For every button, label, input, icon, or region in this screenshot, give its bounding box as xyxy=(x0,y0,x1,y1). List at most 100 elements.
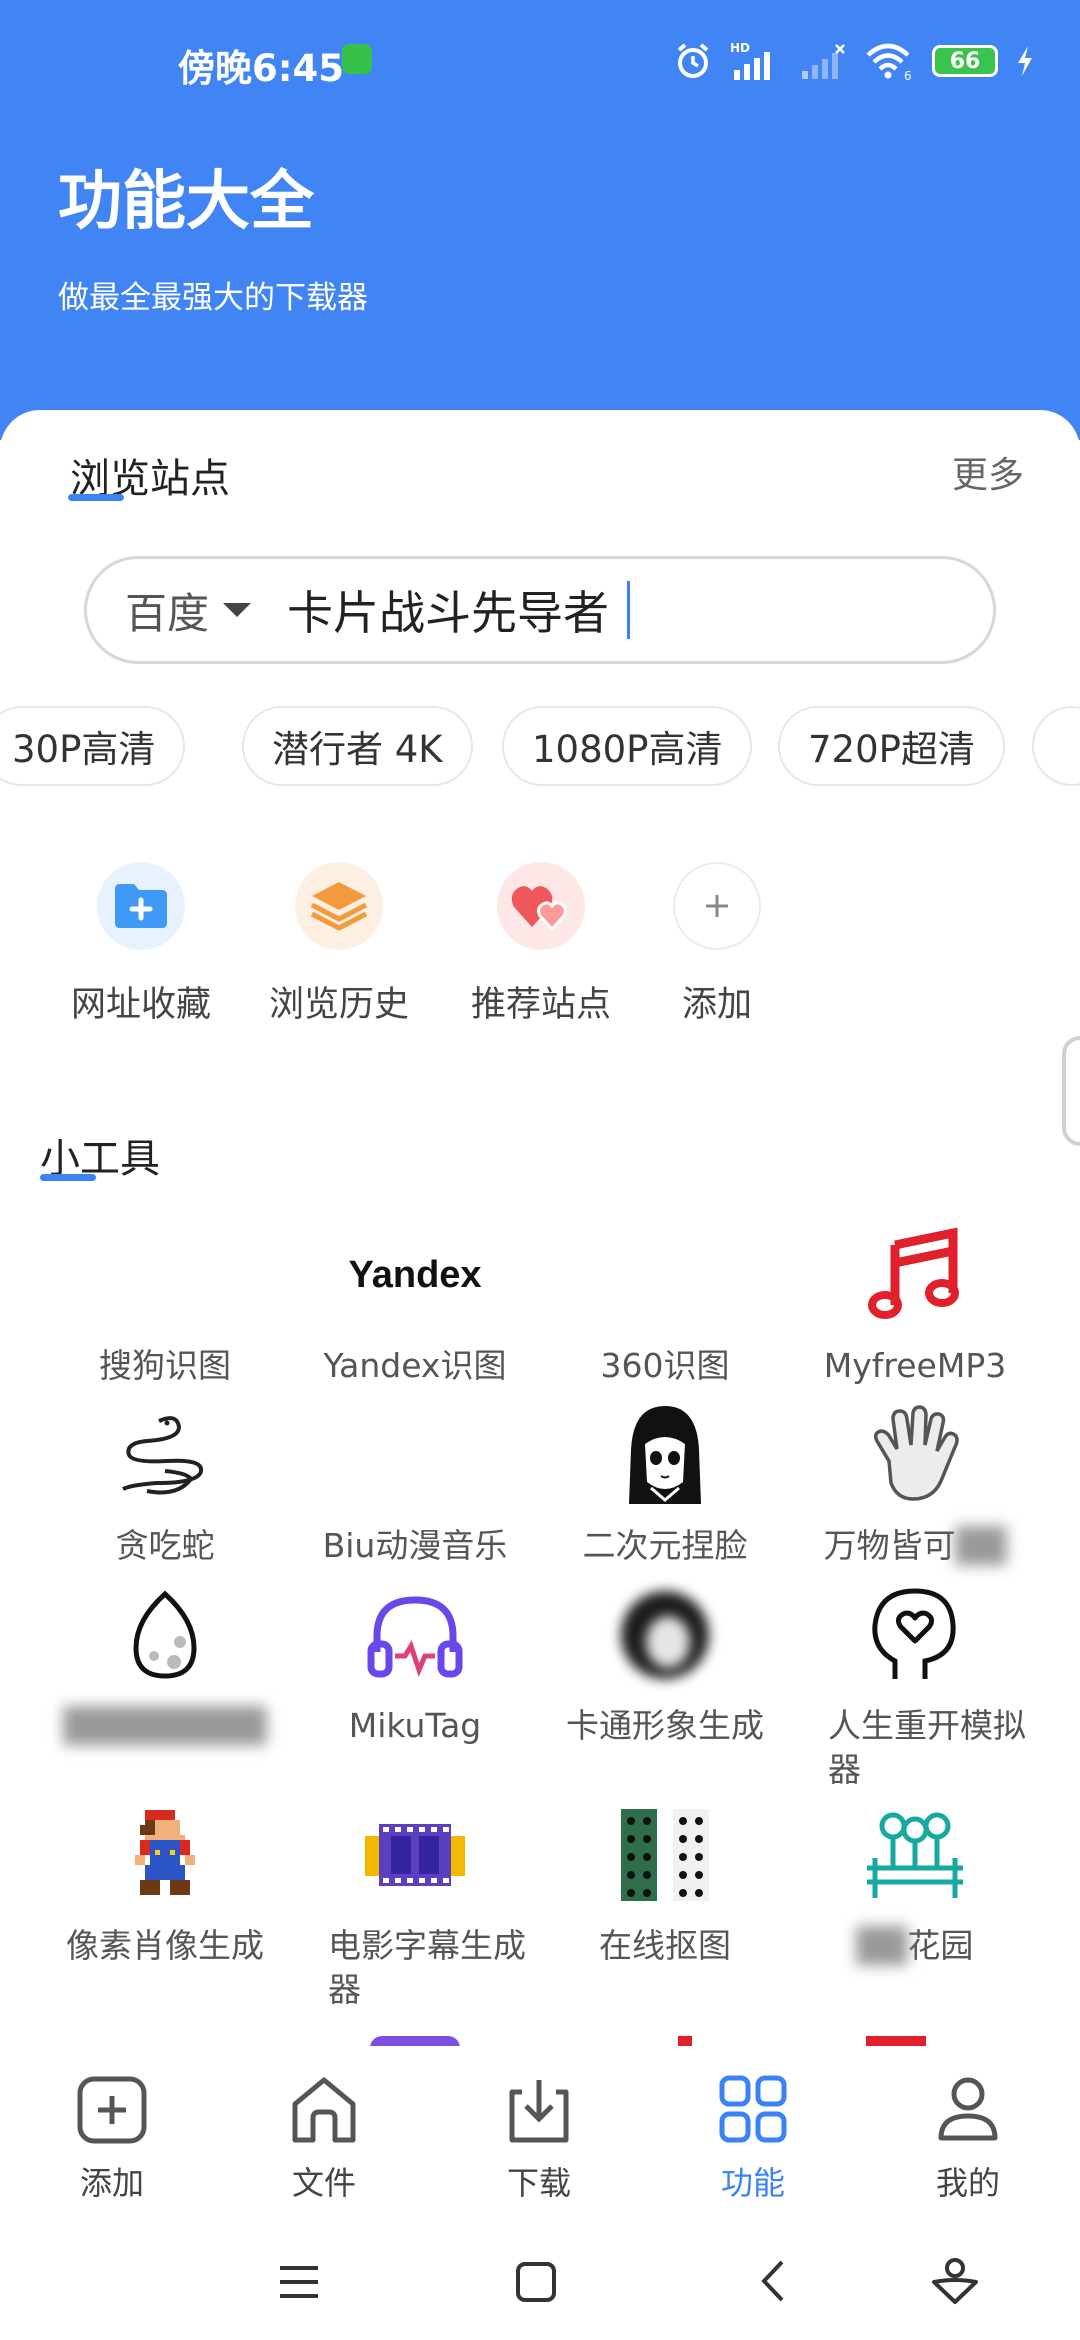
nav-files[interactable]: 文件 xyxy=(249,2074,399,2204)
nav-label: 我的 xyxy=(935,2164,1000,2202)
quick-link-label: 浏览历史 xyxy=(268,985,409,1025)
back-icon[interactable] xyxy=(758,2258,788,2304)
nav-add[interactable]: 添加 xyxy=(37,2074,187,2204)
quick-link-label: 网址收藏 xyxy=(70,985,211,1025)
search-engine-selector[interactable]: 百度 xyxy=(125,580,209,641)
signal-weak-icon xyxy=(802,44,845,79)
download-icon xyxy=(509,2080,569,2143)
headphones-icon xyxy=(360,1580,470,1690)
chip-stalker-4k[interactable]: 潜行者 4K xyxy=(242,706,473,786)
tool-garden[interactable]: ██花园 xyxy=(800,1800,1030,1968)
tool-myfreemp3[interactable]: MyfreeMP3 xyxy=(800,1220,1030,1388)
chip-720p[interactable]: 720P超清 xyxy=(778,706,1005,786)
tool-life-restart[interactable]: 人生重开模拟器 xyxy=(800,1580,1030,1792)
nav-features[interactable]: 功能 xyxy=(678,2074,828,2204)
quick-link-history[interactable]: 浏览历史 xyxy=(254,862,424,1027)
tool-anime-face-maker[interactable]: 二次元捏脸 xyxy=(550,1400,780,1568)
tool-360-image[interactable]: 360识图 xyxy=(550,1220,780,1388)
tool-biu-anime-music[interactable]: Biu动漫音乐 xyxy=(300,1400,530,1568)
network-badge: HD xyxy=(730,41,750,55)
tool-label: 贪吃蛇 xyxy=(115,1526,215,1565)
nav-profile[interactable]: 我的 xyxy=(893,2074,1043,2204)
tool-movie-subtitle[interactable]: 电影字幕生成器 xyxy=(300,1800,530,2012)
nav-label: 功能 xyxy=(720,2164,785,2202)
assistant-icon[interactable] xyxy=(930,2256,980,2306)
quick-link-label: 推荐站点 xyxy=(470,985,611,1025)
wifi-badge: 6 xyxy=(904,69,912,81)
tool-label: 卡通形象生成 xyxy=(566,1706,764,1745)
tool-label: MikuTag xyxy=(348,1706,482,1745)
header-banner: 傍晚6:45 HD 6 66 功能大全 做最全最强大的下载器 xyxy=(0,0,1080,440)
chip-overflow[interactable] xyxy=(1032,706,1080,786)
tool-online-cutout[interactable]: 在线抠图 xyxy=(550,1800,780,1968)
redacted-text: ██ xyxy=(856,1926,908,1965)
nav-label: 添加 xyxy=(79,2164,144,2202)
music-note-icon xyxy=(860,1220,970,1330)
dropdown-arrow-icon[interactable] xyxy=(223,603,252,617)
quick-link-add[interactable]: 添加 xyxy=(632,862,802,1027)
blank-icon xyxy=(610,1220,720,1330)
tool-label: ██花园 xyxy=(800,1924,1030,1968)
section-underline xyxy=(68,494,124,501)
tool-mikutag[interactable]: MikuTag xyxy=(300,1580,530,1748)
layers-icon xyxy=(295,862,383,950)
quick-link-recommended[interactable]: 推荐站点 xyxy=(456,862,626,1027)
tool-cartoon-avatar[interactable]: 卡通形象生成 xyxy=(550,1580,780,1748)
nav-downloads[interactable]: 下载 xyxy=(464,2074,614,2204)
chip-1080p[interactable]: 1080P高清 xyxy=(502,706,753,786)
chip-30p[interactable]: 30P高清 xyxy=(0,706,186,786)
system-nav-bar xyxy=(0,2226,1080,2340)
alarm-icon xyxy=(677,43,709,78)
tool-label: Biu动漫音乐 xyxy=(322,1526,508,1565)
quick-link-label: 添加 xyxy=(681,985,752,1025)
tool-label-text: 花园 xyxy=(907,1926,974,1965)
tool-label: MyfreeMP3 xyxy=(823,1346,1007,1385)
search-bar[interactable]: 百度 xyxy=(84,556,996,664)
quick-link-bookmarks[interactable]: 网址收藏 xyxy=(56,862,226,1027)
tool-sogou-image[interactable]: 搜狗识图 xyxy=(50,1220,280,1388)
status-icons: HD 6 66 xyxy=(674,40,1034,82)
film-strip-icon xyxy=(360,1800,470,1910)
tool-label-text: 万物皆可 xyxy=(823,1526,956,1565)
tool-label: 人生重开模拟器 xyxy=(828,1706,1026,1789)
snake-icon xyxy=(110,1400,220,1510)
tool-anything-can[interactable]: 万物皆可██ xyxy=(800,1400,1030,1568)
wifi-icon: 6 xyxy=(866,43,912,81)
search-input[interactable] xyxy=(287,583,628,637)
hearts-icon xyxy=(497,862,585,950)
yandex-logo-icon: Yandex xyxy=(348,1220,481,1330)
text-caret xyxy=(627,581,631,639)
blank-icon xyxy=(360,1400,470,1510)
tool-yandex-image[interactable]: Yandex Yandex识图 xyxy=(300,1220,530,1388)
page-title: 功能大全 xyxy=(58,165,314,239)
bottom-nav: 添加 文件 下载 功能 我的 xyxy=(0,2046,1080,2226)
nav-label: 文件 xyxy=(291,2164,356,2202)
person-icon xyxy=(938,2077,998,2141)
tool-label: 在线抠图 xyxy=(599,1926,731,1965)
tool-egg[interactable]: ████████ xyxy=(50,1580,280,1748)
tool-pixel-portrait[interactable]: 像素肖像生成 xyxy=(50,1800,280,1968)
page-subtitle: 做最全最强大的下载器 xyxy=(58,280,368,316)
cutout-grid-icon xyxy=(610,1800,720,1910)
garden-icon xyxy=(860,1800,970,1910)
home-square-icon[interactable] xyxy=(514,2260,558,2304)
suggestion-chips: 30P高清 潜行者 4K 1080P高清 720P超清 xyxy=(0,706,1080,786)
plus-icon xyxy=(673,862,761,950)
notification-app-icon xyxy=(342,44,372,74)
tool-label: 360识图 xyxy=(600,1346,730,1385)
anime-face-icon xyxy=(610,1400,720,1510)
edge-drag-handle[interactable] xyxy=(1062,1036,1080,1146)
egg-icon xyxy=(110,1580,220,1690)
status-bar: 傍晚6:45 HD 6 66 xyxy=(0,0,1080,120)
menu-icon[interactable] xyxy=(278,2262,320,2302)
signal-icon: HD xyxy=(730,41,770,80)
tool-label: 万物皆可██ xyxy=(800,1524,1030,1568)
yandex-logo-text: Yandex xyxy=(348,1253,482,1296)
tool-label: Yandex识图 xyxy=(323,1346,507,1385)
tool-snake-game[interactable]: 贪吃蛇 xyxy=(50,1400,280,1568)
tool-label-redacted: ████████ xyxy=(63,1706,267,1745)
charging-icon xyxy=(1018,46,1032,76)
more-sites-link[interactable]: 更多 xyxy=(952,446,1024,498)
nav-label: 下载 xyxy=(506,2164,571,2202)
tool-label: 电影字幕生成器 xyxy=(328,1926,526,2009)
